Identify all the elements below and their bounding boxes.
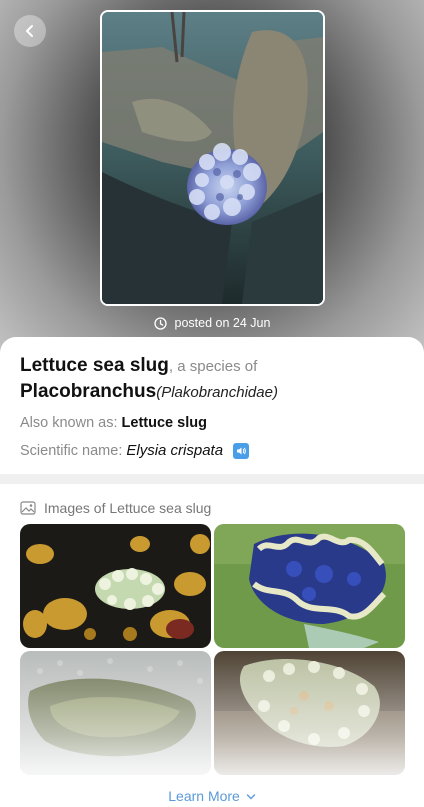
chevron-down-icon (246, 794, 255, 800)
scientific-name-row: Scientific name: Elysia crispata (20, 442, 250, 459)
aka-value: Lettuce slug (121, 415, 207, 431)
common-name: Lettuce sea slug (20, 355, 169, 376)
species-of-text: , a species of (168, 358, 258, 375)
images-section-header: Images of Lettuce sea slug (20, 499, 211, 517)
image-icon (20, 501, 36, 515)
clock-icon (153, 316, 167, 330)
genus-name[interactable]: Placobranchus (20, 381, 156, 402)
species-image-2[interactable] (214, 524, 405, 648)
species-image-1[interactable] (20, 524, 211, 648)
sci-value: Elysia crispata (126, 442, 224, 459)
genus-line: Placobranchus(Plakobranchidae) (20, 381, 410, 403)
sci-label: Scientific name: (20, 442, 123, 459)
chevron-left-icon (26, 25, 33, 37)
learn-more-link[interactable]: Learn More (0, 788, 424, 804)
species-image-3[interactable] (20, 651, 211, 775)
back-button[interactable] (14, 15, 46, 47)
aka-label: Also known as: (20, 415, 118, 431)
species-title: Lettuce sea slug, a species of (20, 355, 410, 377)
images-section-title: Images of Lettuce sea slug (44, 500, 212, 516)
main-photo[interactable] (100, 10, 325, 306)
section-divider (0, 474, 424, 484)
also-known-as-row: Also known as: Lettuce slug (20, 415, 207, 431)
posted-text: posted on 24 Jun (174, 316, 271, 330)
main-photo-image (102, 12, 323, 304)
species-image-4[interactable] (214, 651, 405, 775)
learn-more-label: Learn More (168, 788, 240, 804)
speaker-icon[interactable] (233, 442, 250, 459)
family-name: (Plakobranchidae) (156, 384, 278, 401)
posted-date: posted on 24 Jun (0, 314, 424, 332)
